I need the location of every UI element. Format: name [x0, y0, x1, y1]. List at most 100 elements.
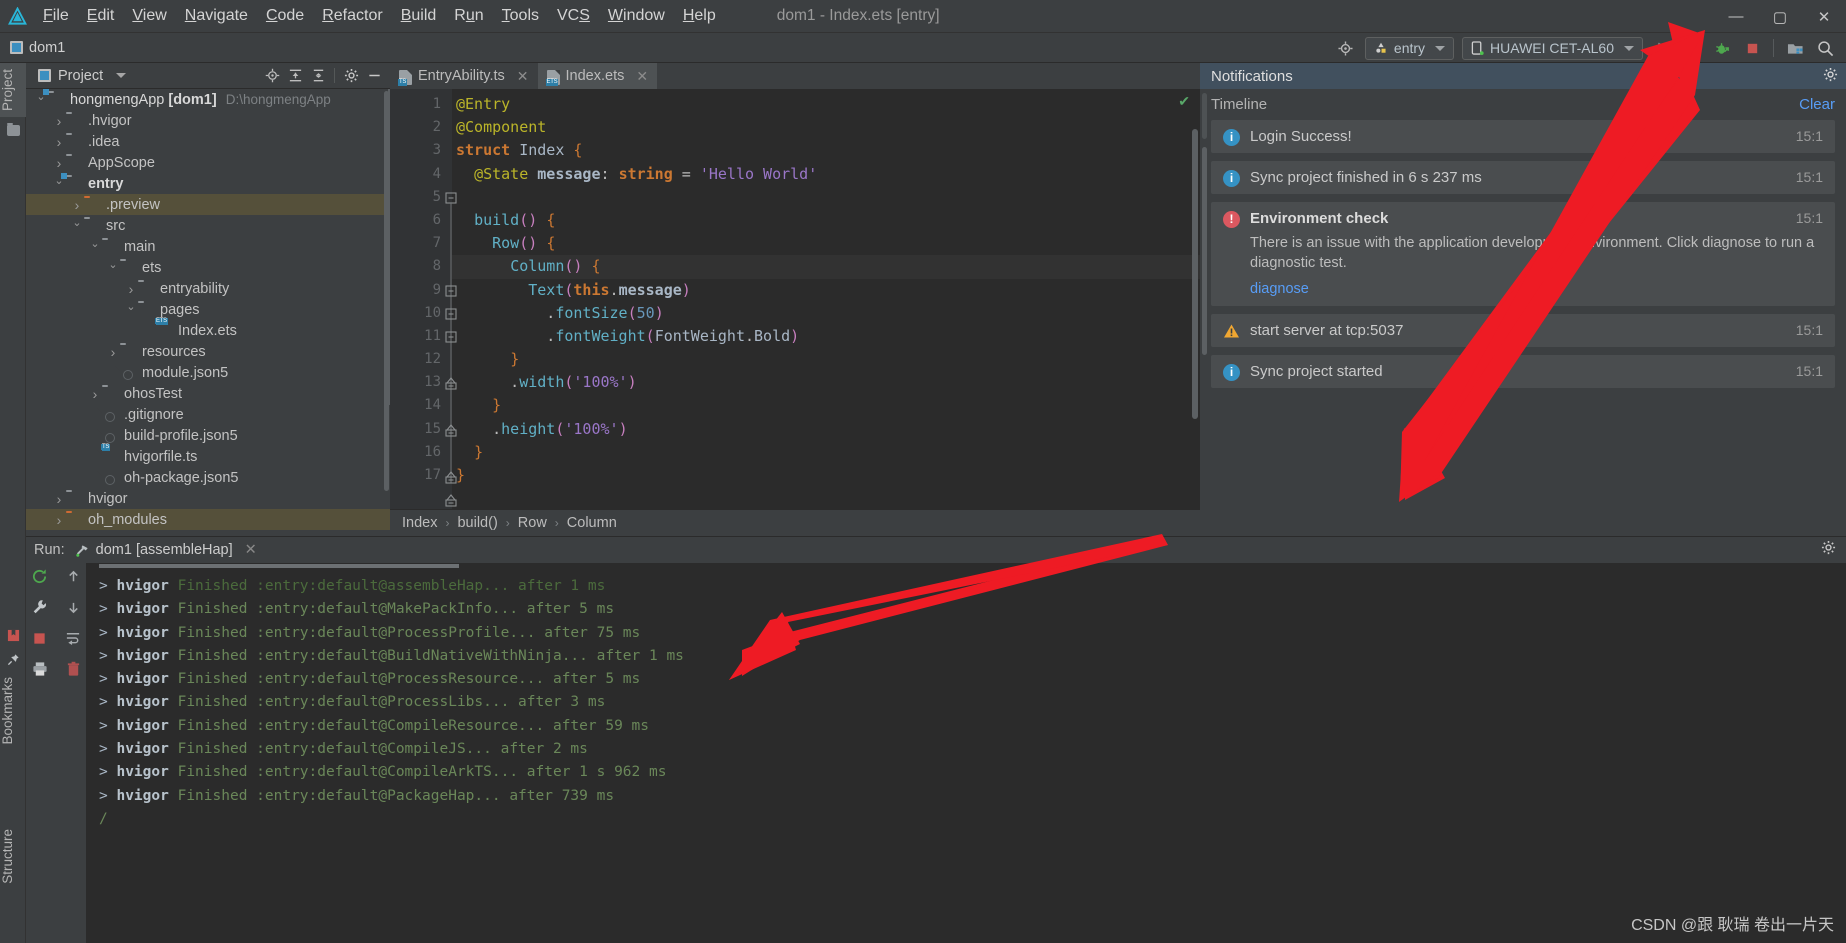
tree-item-hvigorfile-ts[interactable]: TS hvigorfile.ts: [26, 444, 390, 467]
chevron-right-icon[interactable]: [52, 134, 66, 150]
device-selector[interactable]: HUAWEI CET-AL60: [1462, 36, 1643, 60]
chevron-right-icon[interactable]: [106, 344, 120, 360]
chevron-down-icon[interactable]: [106, 261, 120, 274]
menu-file[interactable]: File: [34, 3, 78, 29]
menu-code[interactable]: Code: [257, 3, 313, 29]
menu-refactor[interactable]: Refactor: [313, 3, 391, 29]
tree-item-resources[interactable]: resources: [26, 341, 390, 362]
debug-icon[interactable]: [1677, 33, 1707, 63]
console-horizontal-scrollbar[interactable]: [99, 564, 459, 568]
code-line[interactable]: [452, 186, 1200, 209]
maximize-button[interactable]: ▢: [1758, 0, 1802, 33]
menu-window[interactable]: Window: [599, 3, 674, 29]
tree-item--idea[interactable]: .idea: [26, 131, 390, 152]
pin-icon[interactable]: [0, 647, 26, 671]
project-file-tree[interactable]: hongmengApp [dom1] D:\hongmengApp .hvigor.…: [26, 89, 390, 536]
tree-item-hvigor[interactable]: hvigor: [26, 488, 390, 509]
rerun-icon[interactable]: [31, 568, 48, 590]
clear-all-link[interactable]: Clear: [1799, 96, 1835, 113]
chevron-down-icon[interactable]: [70, 219, 84, 232]
menu-navigate[interactable]: Navigate: [176, 3, 257, 29]
tree-item-entryability[interactable]: entryability: [26, 278, 390, 299]
close-button[interactable]: ✕: [1802, 0, 1846, 33]
editor-tab-index[interactable]: ETS Index.ets ✕: [537, 63, 658, 89]
sidebar-item-project[interactable]: Project: [0, 63, 26, 118]
chevron-right-icon[interactable]: [52, 155, 66, 171]
breadcrumb-item-index[interactable]: Index: [402, 515, 437, 531]
chevron-down-icon[interactable]: [116, 73, 127, 78]
scroll-up-icon[interactable]: [66, 569, 81, 589]
chevron-down-icon[interactable]: [124, 303, 138, 316]
tree-item--hvigor[interactable]: .hvigor: [26, 110, 390, 131]
close-icon[interactable]: ✕: [636, 68, 648, 85]
minimize-button[interactable]: —: [1714, 0, 1758, 33]
tree-item-appscope[interactable]: AppScope: [26, 152, 390, 173]
trash-icon[interactable]: [66, 661, 81, 682]
tree-item-main[interactable]: main: [26, 236, 390, 257]
editor-scrollbar[interactable]: [1192, 129, 1198, 419]
soft-wrap-icon[interactable]: [65, 630, 81, 651]
tree-item-index-ets[interactable]: ETS Index.ets: [26, 318, 390, 341]
code-line[interactable]: }: [452, 348, 1200, 371]
notification-card[interactable]: ! Environment check 15:1 There is an issue …: [1211, 202, 1835, 306]
expand-all-icon[interactable]: [285, 65, 305, 87]
print-icon[interactable]: [32, 661, 48, 682]
scroll-down-icon[interactable]: [66, 600, 81, 620]
menu-build[interactable]: Build: [392, 3, 446, 29]
code-line[interactable]: Text(this.message): [452, 279, 1200, 302]
tree-item-hongmengapp-dom1-[interactable]: hongmengApp [dom1] D:\hongmengApp: [26, 89, 390, 110]
menu-edit[interactable]: Edit: [78, 3, 124, 29]
project-breadcrumb-root[interactable]: dom1: [0, 40, 65, 56]
tree-item-src[interactable]: src: [26, 215, 390, 236]
chevron-right-icon[interactable]: [88, 386, 102, 402]
menu-run[interactable]: Run: [445, 3, 492, 29]
code-line[interactable]: struct Index {: [452, 139, 1200, 162]
notification-action-link[interactable]: diagnose: [1250, 281, 1309, 297]
folder-icon[interactable]: [0, 117, 26, 141]
editor-tab-entryability[interactable]: TS EntryAbility.ts ✕: [390, 63, 538, 89]
target-icon[interactable]: [1331, 33, 1361, 63]
code-line[interactable]: .fontWeight(FontWeight.Bold): [452, 325, 1200, 348]
notification-card[interactable]: i Sync project started 15:1: [1211, 355, 1835, 388]
menu-vcs[interactable]: VCS: [548, 3, 599, 29]
close-icon[interactable]: ✕: [517, 68, 529, 85]
code-line[interactable]: build() {: [452, 209, 1200, 232]
code-line[interactable]: }: [452, 394, 1200, 417]
search-icon[interactable]: [1810, 33, 1840, 63]
notification-card[interactable]: i Login Success! 15:1: [1211, 120, 1835, 153]
settings-gear-icon[interactable]: [1823, 67, 1846, 86]
code-line[interactable]: .height('100%'): [452, 418, 1200, 441]
breadcrumb-item-row[interactable]: Row: [518, 515, 547, 531]
tree-item--gitignore[interactable]: .gitignore: [26, 404, 390, 425]
settings-gear-icon[interactable]: [341, 65, 361, 87]
stop-icon[interactable]: [32, 631, 47, 651]
settings-gear-icon[interactable]: [1821, 540, 1846, 560]
code-line[interactable]: .width('100%'): [452, 371, 1200, 394]
tree-item-ets[interactable]: ets: [26, 257, 390, 278]
tree-item-oh-modules[interactable]: oh_modules: [26, 509, 390, 530]
tree-item--preview[interactable]: .preview: [26, 194, 390, 215]
breadcrumb-item-build[interactable]: build(): [457, 515, 497, 531]
hide-panel-icon[interactable]: [364, 65, 384, 87]
run-console-output[interactable]: > hvigor Finished :entry:default@assembl…: [86, 563, 1846, 943]
code-text[interactable]: @Entry @Component struct Index { @State me…: [452, 89, 1200, 536]
code-line[interactable]: @Entry: [452, 93, 1200, 116]
code-line[interactable]: .fontSize(50): [452, 302, 1200, 325]
notification-card[interactable]: start server at tcp:5037 15:1: [1211, 314, 1835, 347]
menu-tools[interactable]: Tools: [493, 3, 548, 29]
run-tab[interactable]: dom1 [assembleHap] ✕: [75, 542, 257, 558]
code-line[interactable]: Column() {: [452, 255, 1200, 279]
code-line[interactable]: }: [452, 441, 1200, 464]
sidebar-item-structure[interactable]: Structure: [0, 823, 26, 890]
sidebar-item-bookmarks[interactable]: Bookmarks: [0, 671, 26, 751]
chevron-right-icon[interactable]: [70, 197, 84, 213]
tree-item-entry[interactable]: entry: [26, 173, 390, 194]
menu-help[interactable]: Help: [674, 3, 725, 29]
code-line[interactable]: }: [452, 464, 1200, 487]
tree-item-pages[interactable]: pages: [26, 299, 390, 320]
chevron-right-icon[interactable]: [124, 281, 138, 297]
tree-item-build-profile-json5[interactable]: build-profile.json5: [26, 425, 390, 446]
chevron-right-icon[interactable]: [52, 512, 66, 528]
breadcrumb-item-column[interactable]: Column: [567, 515, 617, 531]
notification-card[interactable]: i Sync project finished in 6 s 237 ms 15:1: [1211, 161, 1835, 194]
